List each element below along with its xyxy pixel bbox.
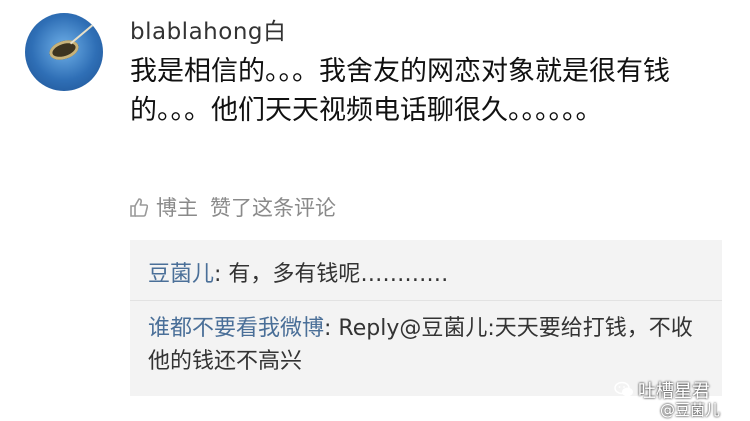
- avatar-image-bowl: [46, 36, 82, 64]
- comment-username[interactable]: blablahong白: [130, 12, 287, 46]
- reply-divider: [130, 300, 722, 301]
- reply-separator: :: [214, 262, 229, 287]
- reply-author[interactable]: 谁都不要看我微博: [148, 316, 324, 341]
- like-blogger-label: 博主: [156, 196, 198, 220]
- reply-separator: :: [324, 316, 339, 341]
- reply-text: 有，多有钱呢…………: [228, 262, 449, 287]
- avatar-image-chopstick: [69, 23, 95, 45]
- avatar[interactable]: [25, 13, 103, 91]
- reply-author[interactable]: 豆菌儿: [148, 262, 214, 287]
- reply-item[interactable]: 谁都不要看我微博: Reply@豆菌儿:天天要给打钱，不收他的钱还不高兴: [148, 312, 708, 378]
- comment-text: 我是相信的。。。我舍友的网恋对象就是很有钱的。。。他们天天视频电话聊很久。。。。…: [130, 56, 670, 126]
- like-row: 博主 赞了这条评论: [130, 192, 336, 222]
- thumbs-up-icon[interactable]: [130, 197, 148, 217]
- watermark-handle: @豆菌儿: [660, 401, 721, 419]
- reply-box: 豆菌儿: 有，多有钱呢………… 谁都不要看我微博: Reply@豆菌儿:天天要给…: [130, 240, 722, 396]
- reply-item[interactable]: 豆菌儿: 有，多有钱呢…………: [148, 260, 448, 290]
- like-status-text: 赞了这条评论: [210, 196, 336, 220]
- wechat-icon: [614, 381, 633, 397]
